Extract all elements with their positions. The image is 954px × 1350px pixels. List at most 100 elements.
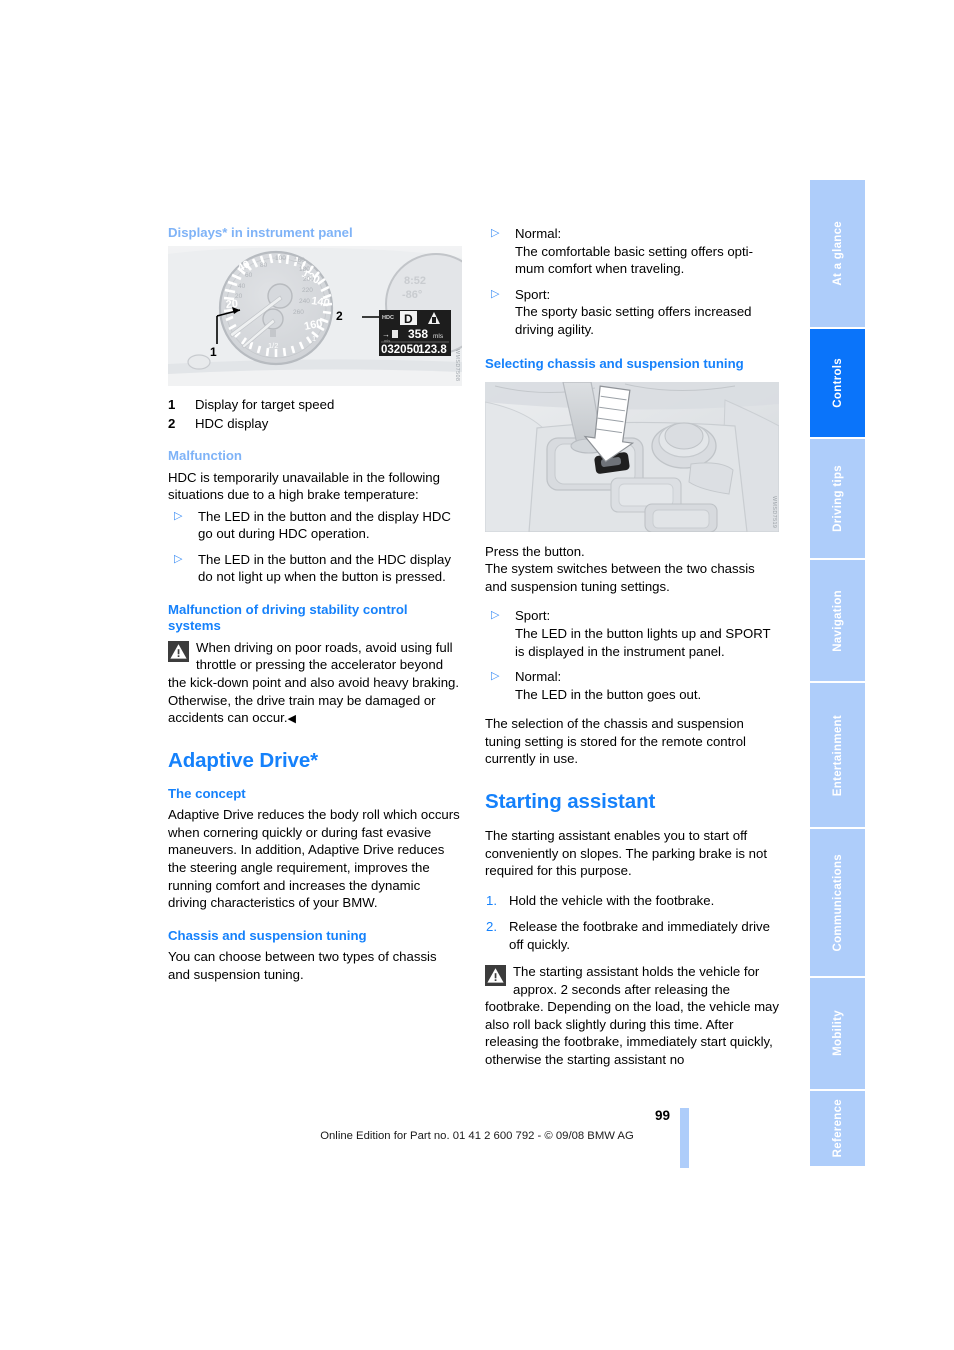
list-item: 2. Release the footbrake and immediately…	[485, 918, 779, 953]
manual-page: At a glance Controls Driving tips Naviga…	[0, 0, 954, 1350]
footer-note: Online Edition for Part no. 01 41 2 600 …	[320, 1130, 634, 1142]
svg-text:260: 260	[293, 309, 304, 316]
malfunction-heading: Malfunction	[168, 448, 242, 464]
side-tab-mobility[interactable]: Mobility	[810, 977, 865, 1089]
list-item: ▷ Normal: The comfortable basic setting …	[485, 225, 779, 278]
svg-text:032050: 032050	[381, 344, 419, 356]
list-item-label: Sport:	[515, 286, 551, 302]
side-tab-navigation[interactable]: Navigation	[810, 560, 865, 681]
list-item-text: The LED in the button goes out.	[515, 686, 702, 702]
list-item: 1. Hold the vehicle with the footbrake.	[485, 892, 779, 910]
side-tab-label: Navigation	[831, 589, 844, 652]
list-item: ▷ Normal: The LED in the button goes out…	[485, 668, 779, 703]
list-item-label: Normal:	[515, 226, 562, 241]
side-tab-reference[interactable]: Reference	[810, 1090, 865, 1166]
stored-setting-text: The selection of the chassis and suspens…	[485, 716, 746, 767]
malfunction-intro: HDC is temporarily unavailable in the fo…	[168, 469, 440, 503]
legend-text: Display for target speed	[195, 396, 335, 412]
step-number: 2.	[486, 919, 497, 935]
svg-text:D: D	[404, 312, 413, 326]
side-tab-label: Communications	[831, 853, 844, 952]
svg-text:60: 60	[245, 272, 253, 279]
svg-text:80: 80	[260, 262, 268, 269]
figure-code: WMSD7519	[771, 495, 777, 528]
legend-key: 2	[168, 416, 176, 432]
step-text: Release the footbrake and immediately dr…	[509, 919, 770, 952]
svg-text:180: 180	[299, 266, 310, 273]
side-tab-label: Mobility	[831, 1010, 844, 1057]
page-title-starting-assistant: Starting assistant	[485, 789, 656, 813]
starting-assistant-intro: The starting assistant enables you to st…	[485, 827, 767, 879]
list-item-text: The LED in the button and the display HD…	[198, 508, 451, 542]
starting-warning-block: The starting assistant holds the vehicle…	[485, 963, 779, 1068]
list-item: ▷ The LED in the button and the display …	[168, 508, 462, 543]
svg-text:1/2: 1/2	[268, 341, 278, 350]
side-tab-label: Controls	[831, 358, 844, 408]
step-number: 1.	[486, 892, 497, 908]
svg-text:1: 1	[312, 334, 316, 343]
side-tab-at-a-glance[interactable]: At a glance	[810, 180, 865, 327]
right-column: ▷ Normal: The comfortable basic setting …	[485, 225, 779, 1081]
svg-text:200: 200	[303, 276, 314, 283]
left-column: Displays* in instrument panel 40 20 120 …	[168, 225, 462, 995]
svg-text:20: 20	[235, 293, 243, 300]
figure-code: WMSD7508	[454, 349, 460, 382]
legend-key: 1	[168, 396, 176, 412]
instrument-cluster-figure: 40 20 120 140 160 80 100 60 40 20 160 18…	[168, 245, 462, 386]
legend-item: 2 HDC display	[168, 414, 462, 434]
svg-text:123.8: 123.8	[418, 344, 447, 356]
callout-1: 1	[210, 345, 217, 359]
side-tab-driving-tips[interactable]: Driving tips	[810, 439, 865, 559]
stability-warning-block: When driving on poor roads, avoid using …	[168, 639, 462, 727]
side-tab-controls[interactable]: Controls	[810, 328, 865, 438]
svg-text:-86°: -86°	[402, 289, 422, 301]
page-number: 99	[654, 1108, 670, 1123]
warning-triangle-icon	[485, 965, 506, 987]
center-console-figure: WMSD7519	[485, 381, 779, 532]
list-item-text: The LED in the button lights up and SPOR…	[515, 625, 771, 659]
svg-text:240: 240	[299, 298, 310, 305]
svg-text:358: 358	[408, 327, 428, 341]
legend-text: HDC display	[195, 416, 269, 432]
chassis-text: You can choose between two types of chas…	[168, 949, 437, 982]
side-tab-communications[interactable]: Communications	[810, 829, 865, 976]
list-item-label: Normal:	[515, 669, 562, 685]
svg-text:140: 140	[311, 295, 331, 309]
triangle-bullet-icon: ▷	[174, 552, 183, 565]
svg-text:100: 100	[275, 255, 286, 262]
list-item: ▷ Sport: The LED in the button lights up…	[485, 607, 779, 660]
stability-warning-text: When driving on poor roads, avoid using …	[168, 639, 460, 726]
press-button-line-1: Press the button.	[485, 543, 585, 559]
side-tab-label: Driving tips	[831, 465, 844, 533]
side-tab-label: Entertainment	[831, 714, 844, 796]
list-item-text: The comfortable basic setting offers opt…	[515, 243, 753, 277]
triangle-bullet-icon: ▷	[491, 670, 500, 683]
svg-text:40: 40	[238, 283, 246, 290]
concept-heading: The concept	[168, 785, 246, 801]
figure-legend: 1 Display for target speed 2 HDC display	[168, 395, 462, 435]
center-console-illustration	[485, 381, 779, 532]
step-text: Hold the vehicle with the footbrake.	[509, 892, 715, 908]
tuning-bullet-list: ▷ Normal: The comfortable basic setting …	[485, 225, 779, 338]
list-item-text: The sporty basic setting offers increase…	[515, 304, 752, 337]
side-tab-entertainment[interactable]: Entertainment	[810, 682, 865, 828]
stability-heading: Malfunction of driving stability control…	[168, 601, 408, 634]
instrument-cluster-illustration: 40 20 120 140 160 80 100 60 40 20 160 18…	[168, 245, 462, 386]
press-button-line-2: The system switches between the two chas…	[485, 561, 755, 594]
chassis-heading: Chassis and suspension tuning	[168, 927, 367, 943]
triangle-bullet-icon: ▷	[491, 227, 500, 239]
page-title-adaptive-drive: Adaptive Drive*	[168, 748, 319, 772]
list-item: ▷ Sport: The sporty basic setting offers…	[485, 286, 779, 339]
triangle-bullet-icon: ▷	[491, 609, 500, 622]
legend-item: 1 Display for target speed	[168, 395, 462, 415]
list-item-label: Sport:	[515, 608, 551, 624]
svg-text:mls: mls	[384, 338, 390, 343]
triangle-bullet-icon: ▷	[491, 287, 500, 300]
svg-text:8:52: 8:52	[404, 275, 426, 287]
malfunction-bullet-list: ▷ The LED in the button and the display …	[168, 508, 462, 586]
svg-text:220: 220	[302, 287, 313, 294]
callout-2: 2	[336, 309, 343, 323]
starting-warning-text: The starting assistant holds the vehicle…	[485, 964, 779, 1067]
selecting-heading: Selecting chassis and suspension tuning	[485, 356, 744, 372]
warning-triangle-icon	[168, 640, 189, 662]
